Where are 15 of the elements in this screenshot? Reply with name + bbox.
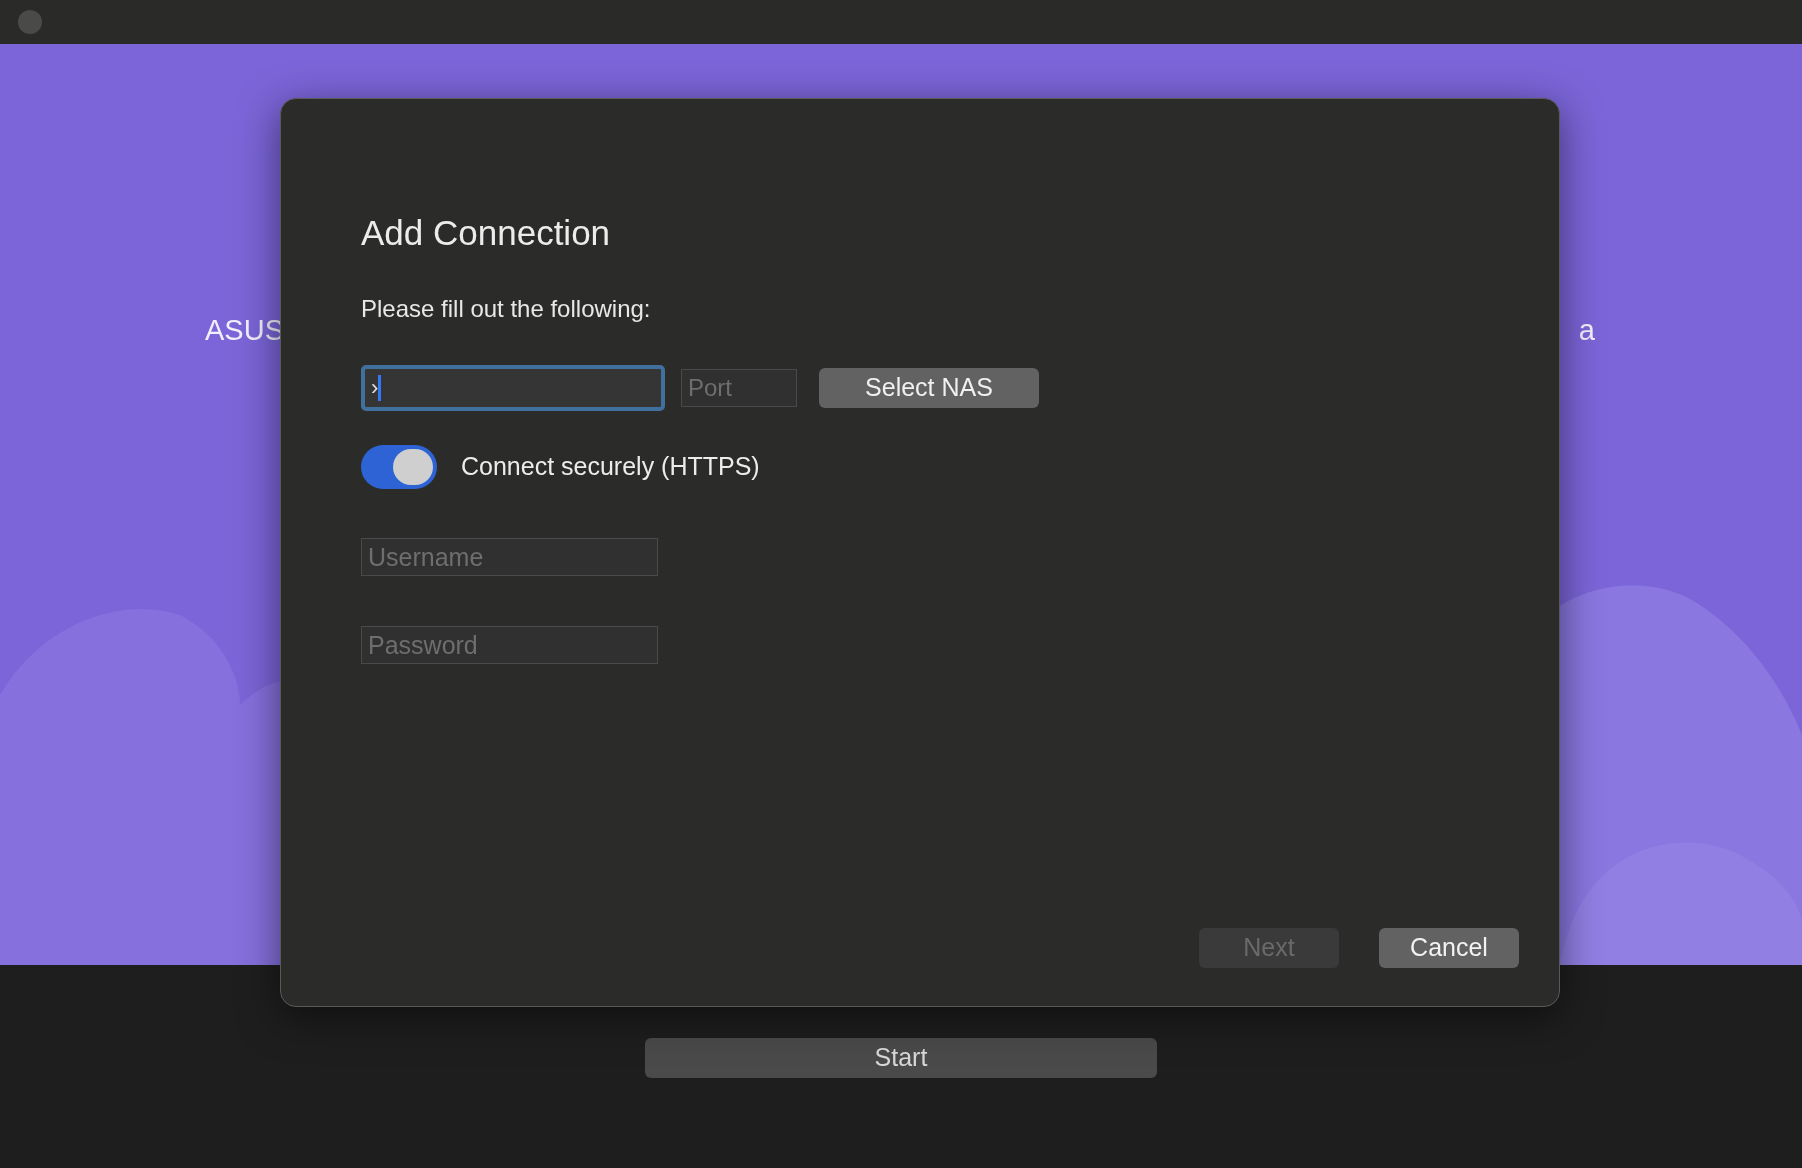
field-value: ›: [371, 377, 379, 399]
port-field[interactable]: Port: [681, 369, 797, 407]
instruction-text: Please fill out the following:: [361, 297, 652, 321]
address-field[interactable]: ›: [361, 365, 665, 411]
toggle-label: Connect securely (HTTPS): [461, 451, 760, 483]
username-field[interactable]: Username: [361, 538, 658, 576]
start-button[interactable]: Start: [645, 1038, 1157, 1078]
select-nas-button[interactable]: Select NAS: [819, 368, 1039, 408]
text-cursor-icon: [378, 375, 382, 401]
banner-text: ASUS: [205, 313, 284, 348]
password-field[interactable]: Password: [361, 626, 658, 664]
dialog-title: Add Connection: [361, 215, 612, 250]
banner-text: a: [1578, 313, 1595, 348]
secure-toggle[interactable]: [361, 445, 437, 489]
dialog-button[interactable]: Cancel: [1379, 928, 1519, 968]
